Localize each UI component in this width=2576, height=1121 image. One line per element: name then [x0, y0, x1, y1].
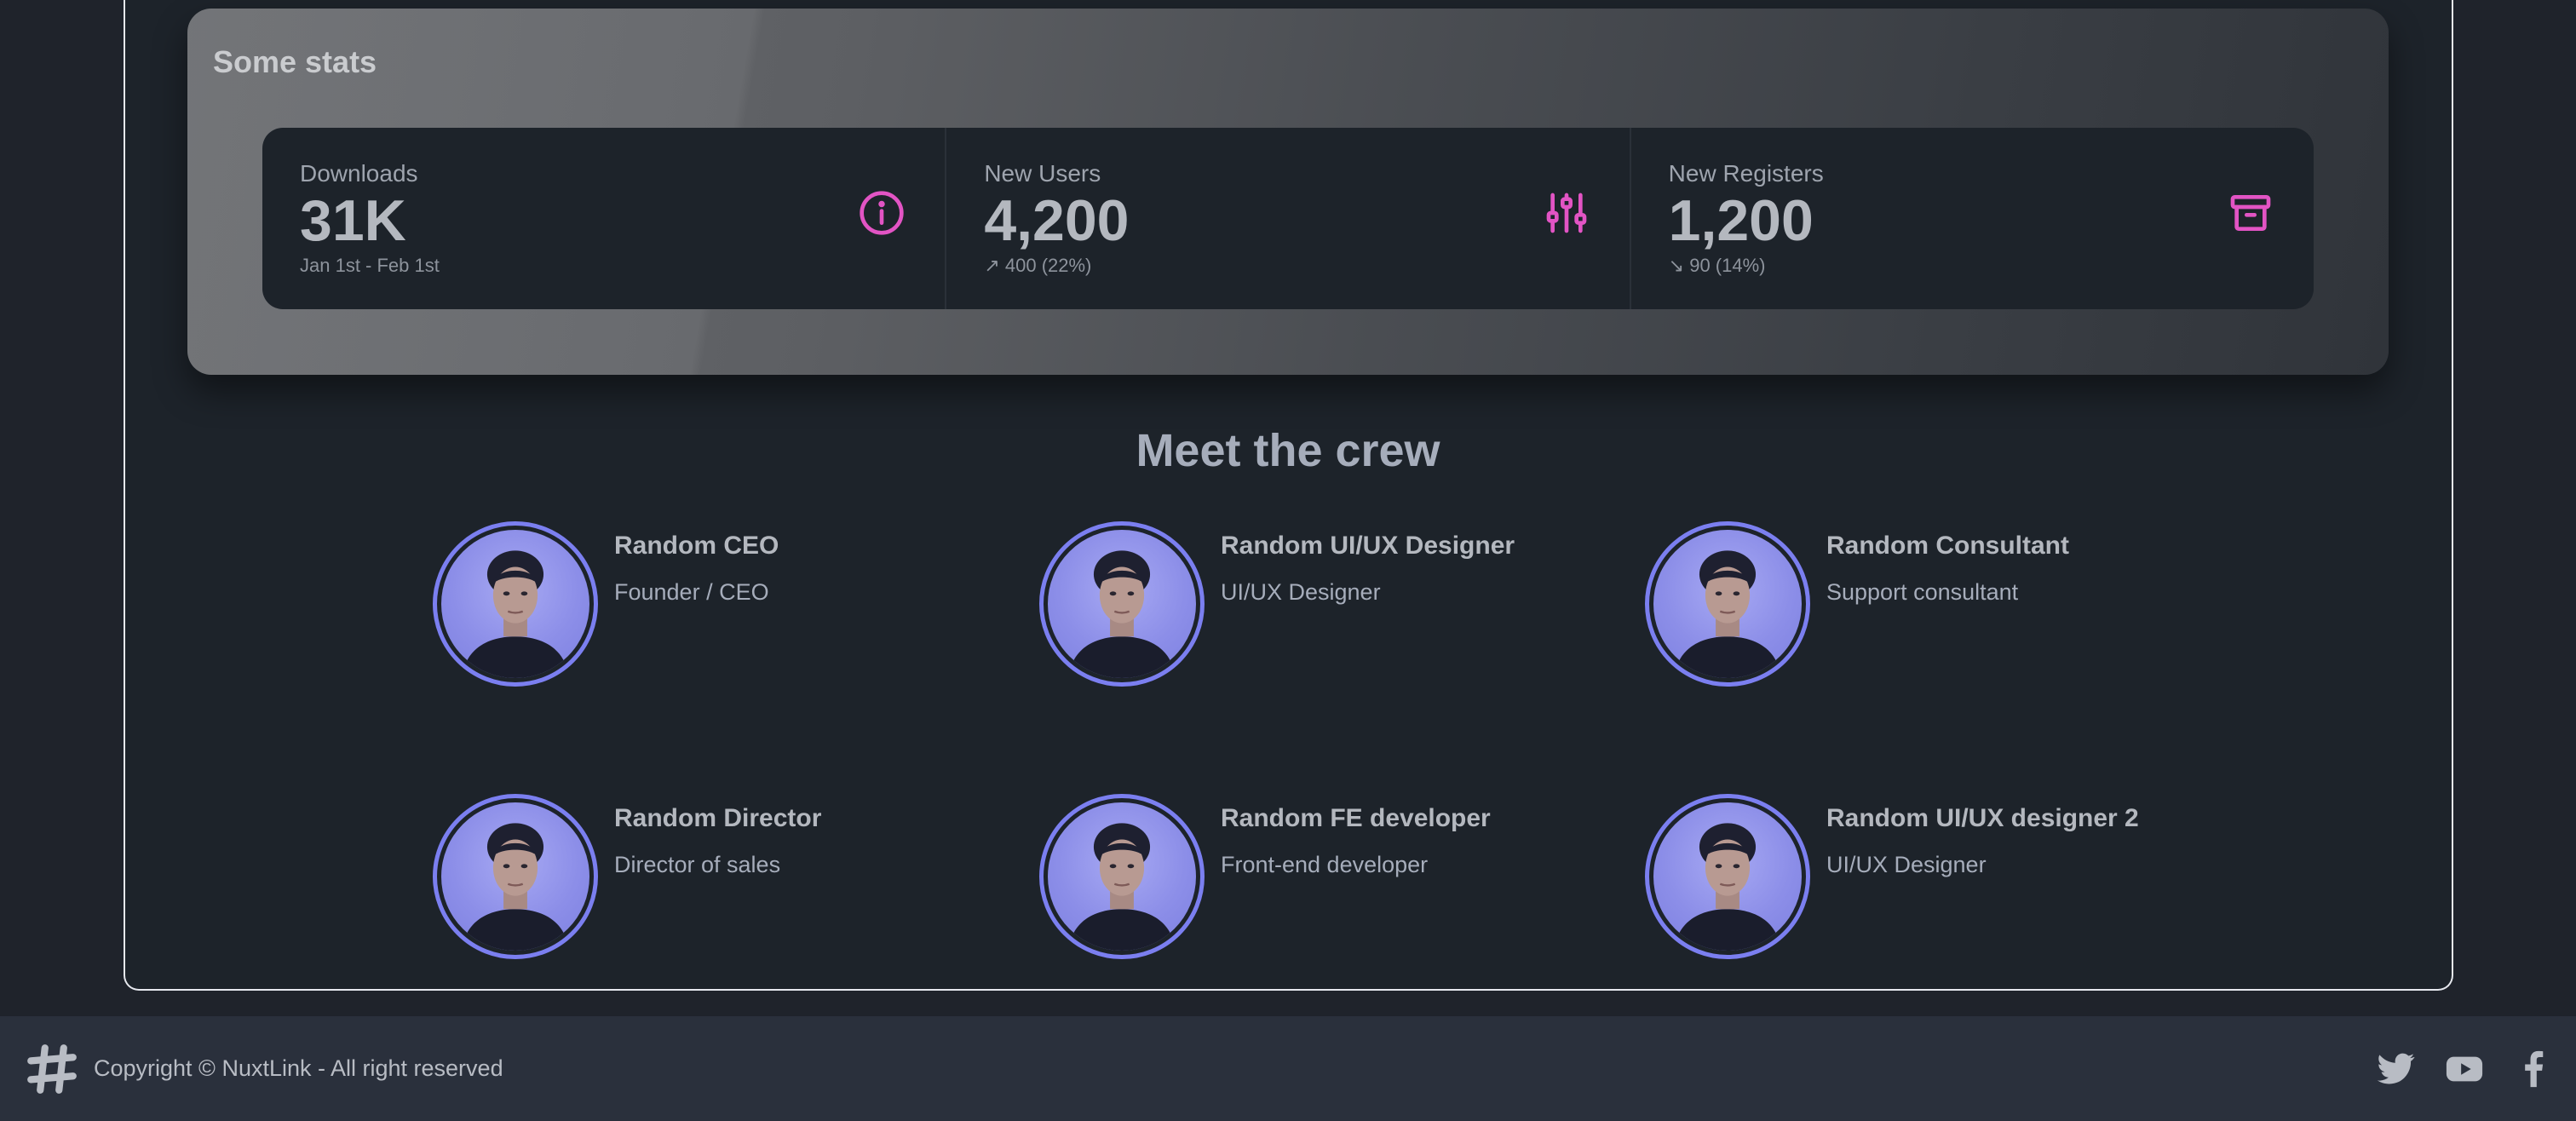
- crew-title: Meet the crew: [1136, 425, 1440, 476]
- portrait-image: [1674, 550, 1781, 678]
- adjustments-icon: [1546, 193, 1586, 233]
- member-name: Random CEO: [614, 532, 779, 560]
- crew-member: Random Consultant Support consultant: [1645, 521, 2241, 692]
- archive-icon: [2230, 195, 2271, 231]
- stat-value: 1,200: [1668, 188, 1814, 253]
- avatar: [1039, 794, 1205, 959]
- stat-value: 31K: [300, 188, 406, 253]
- member-name: Random UI/UX Designer: [1221, 532, 1515, 560]
- portrait-image: [1068, 550, 1176, 678]
- stat-value: 4,200: [984, 188, 1130, 253]
- member-name: Random Consultant: [1826, 532, 2069, 560]
- stat-title: New Registers: [1668, 160, 1824, 187]
- stat-downloads: Downloads 31K Jan 1st - Feb 1st: [262, 128, 947, 309]
- member-role: Support consultant: [1826, 579, 2019, 605]
- crew-member: Random UI/UX Designer UI/UX Designer: [1039, 521, 1636, 692]
- avatar: [1039, 521, 1205, 687]
- avatar: [1645, 794, 1810, 959]
- avatar: [1645, 521, 1810, 687]
- crew-member: Random CEO Founder / CEO: [433, 521, 1029, 692]
- member-name: Random FE developer: [1221, 804, 1491, 832]
- footer: Copyright © NuxtLink - All right reserve…: [0, 1016, 2576, 1121]
- social-links: [2377, 1049, 2552, 1089]
- youtube-icon[interactable]: [2445, 1049, 2484, 1089]
- member-role: UI/UX Designer: [1826, 852, 1987, 877]
- stats-panel: Some stats Downloads 31K Jan 1st - Feb 1…: [187, 9, 2389, 375]
- info-icon: [860, 191, 904, 235]
- portrait-image: [462, 823, 569, 951]
- member-role: Front-end developer: [1221, 852, 1429, 877]
- stat-title: New Users: [984, 160, 1101, 187]
- stats-title: Some stats: [213, 44, 377, 79]
- stat-new-users: New Users 4,200 ↗ 400 (22%): [946, 128, 1631, 309]
- portrait-image: [1068, 823, 1176, 951]
- crew-member: Random FE developer Front-end developer: [1039, 794, 1636, 964]
- hashtag-logo-icon: [27, 1043, 77, 1094]
- stat-new-registers: New Registers 1,200 ↘ 90 (14%): [1631, 128, 2314, 309]
- crew-member: Random Director Director of sales: [433, 794, 1029, 964]
- portrait-image: [1674, 823, 1781, 951]
- member-name: Random Director: [614, 804, 822, 832]
- crew-member: Random UI/UX designer 2 UI/UX Designer: [1645, 794, 2241, 964]
- stat-desc: ↗ 400 (22%): [984, 255, 1092, 277]
- member-role: UI/UX Designer: [1221, 579, 1381, 605]
- portrait-image: [462, 550, 569, 678]
- stats-box: Downloads 31K Jan 1st - Feb 1st New User…: [262, 128, 2314, 309]
- avatar: [433, 521, 598, 687]
- member-name: Random UI/UX designer 2: [1826, 804, 2139, 832]
- avatar: [433, 794, 598, 959]
- copyright-text: Copyright © NuxtLink - All right reserve…: [94, 1055, 503, 1081]
- facebook-icon[interactable]: [2513, 1049, 2552, 1089]
- stat-desc: Jan 1st - Feb 1st: [300, 255, 440, 277]
- stat-desc: ↘ 90 (14%): [1668, 255, 1766, 277]
- stat-title: Downloads: [300, 160, 418, 187]
- member-role: Director of sales: [614, 852, 781, 877]
- twitter-icon[interactable]: [2377, 1049, 2416, 1089]
- member-role: Founder / CEO: [614, 579, 769, 605]
